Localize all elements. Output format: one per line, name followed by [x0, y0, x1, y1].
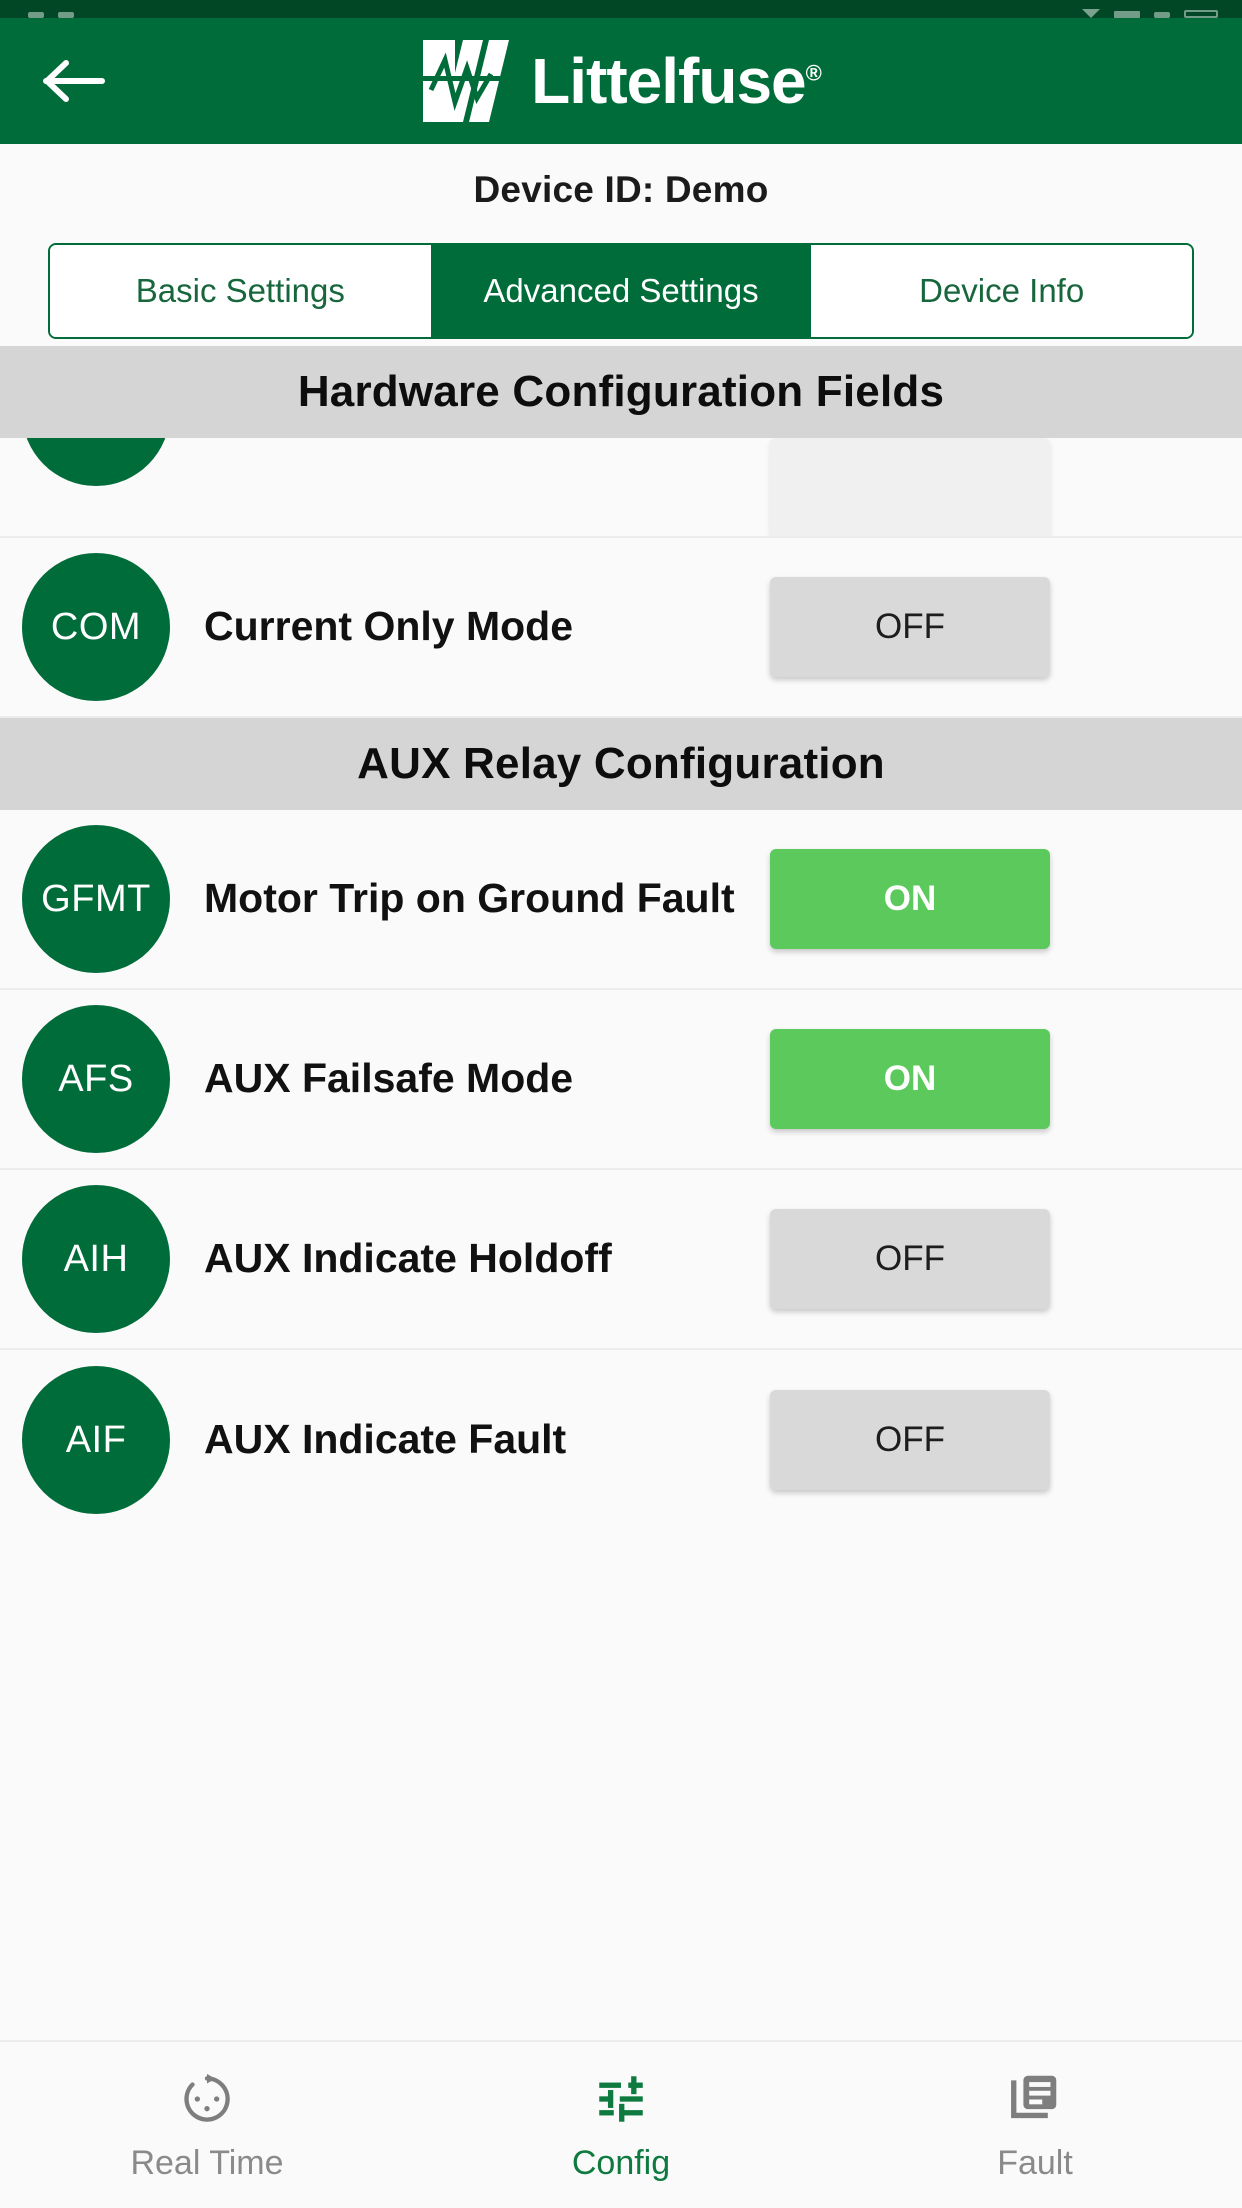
status-bar-right-icons [1082, 9, 1218, 18]
tab-basic-settings[interactable]: Basic Settings [50, 245, 431, 337]
wifi-icon [1082, 9, 1100, 18]
table-row[interactable]: GFMT Motor Trip on Ground Fault ON [0, 810, 1242, 990]
device-id-bar: Device ID: Demo [0, 144, 1242, 236]
row-badge [22, 438, 170, 486]
app-bar: Littelfuse® [0, 18, 1242, 144]
nav-label-fault: Fault [997, 2143, 1073, 2182]
tune-sliders-icon [590, 2068, 652, 2130]
row-label-motor-trip-on-ground-fault: Motor Trip on Ground Fault [204, 875, 735, 922]
back-button[interactable] [38, 44, 112, 118]
signal-icon [1114, 11, 1140, 18]
brand-name-text: Littelfuse [531, 45, 806, 117]
row-badge-afs: AFS [22, 1005, 170, 1153]
tab-advanced-settings[interactable]: Advanced Settings [430, 245, 812, 337]
status-bar [0, 0, 1242, 18]
arrow-left-icon [43, 60, 105, 102]
section-title: AUX Relay Configuration [357, 739, 885, 788]
nav-label-config: Config [571, 2143, 671, 2182]
row-label-aux-indicate-fault: AUX Indicate Fault [204, 1416, 567, 1463]
nav-item-config[interactable]: Config [414, 2068, 828, 2183]
nav-item-real-time[interactable]: Real Time [0, 2068, 414, 2183]
littelfuse-mark-icon [421, 40, 514, 122]
tab-bar: Basic Settings Advanced Settings Device … [48, 243, 1194, 339]
toggle-aux-indicate-holdoff[interactable]: OFF [770, 1209, 1050, 1309]
table-row[interactable] [0, 438, 1242, 538]
tabs-container: Basic Settings Advanced Settings Device … [0, 236, 1242, 346]
row-badge-aih: AIH [22, 1185, 170, 1333]
row-badge-gfmt: GFMT [22, 825, 170, 973]
settings-list[interactable]: Hardware Configuration Fields COM Curren… [0, 346, 1242, 2040]
speedometer-icon [176, 2068, 238, 2130]
row-label-aux-indicate-holdoff: AUX Indicate Holdoff [204, 1235, 612, 1282]
registered-mark: ® [805, 60, 822, 86]
bottom-navigation: Real Time Config Fault [0, 2040, 1242, 2208]
row-badge-aif: AIF [22, 1366, 170, 1514]
nav-item-fault[interactable]: Fault [828, 2068, 1242, 2183]
row-label-aux-failsafe-mode: AUX Failsafe Mode [204, 1055, 574, 1102]
battery-icon [1184, 10, 1218, 18]
brand-logo: Littelfuse® [421, 40, 822, 122]
tab-device-info[interactable]: Device Info [811, 245, 1192, 337]
table-row[interactable]: AIH AUX Indicate Holdoff OFF [0, 1170, 1242, 1350]
brand-wordmark: Littelfuse® [531, 49, 822, 113]
row-badge-com: COM [22, 553, 170, 701]
nav-label-real-time: Real Time [130, 2143, 284, 2182]
toggle-aux-failsafe-mode[interactable]: ON [770, 1029, 1050, 1129]
app-screen: Littelfuse® Device ID: Demo Basic Settin… [0, 0, 1242, 2208]
toggle-current-only-mode[interactable]: OFF [770, 577, 1050, 677]
row-toggle[interactable] [770, 438, 1050, 536]
toggle-motor-trip-on-ground-fault[interactable]: ON [770, 849, 1050, 949]
table-row[interactable]: COM Current Only Mode OFF [0, 538, 1242, 718]
section-header-aux-relay-configuration: AUX Relay Configuration [0, 718, 1242, 810]
table-row[interactable]: AFS AUX Failsafe Mode ON [0, 990, 1242, 1170]
device-id-label: Device ID: Demo [473, 169, 769, 210]
row-label-current-only-mode: Current Only Mode [204, 603, 574, 650]
table-row[interactable]: AIF AUX Indicate Fault OFF [0, 1350, 1242, 1530]
section-title: Hardware Configuration Fields [297, 367, 945, 416]
toggle-aux-indicate-fault[interactable]: OFF [770, 1390, 1050, 1490]
section-header-hardware-configuration: Hardware Configuration Fields [0, 346, 1242, 438]
document-list-icon [1004, 2068, 1066, 2130]
